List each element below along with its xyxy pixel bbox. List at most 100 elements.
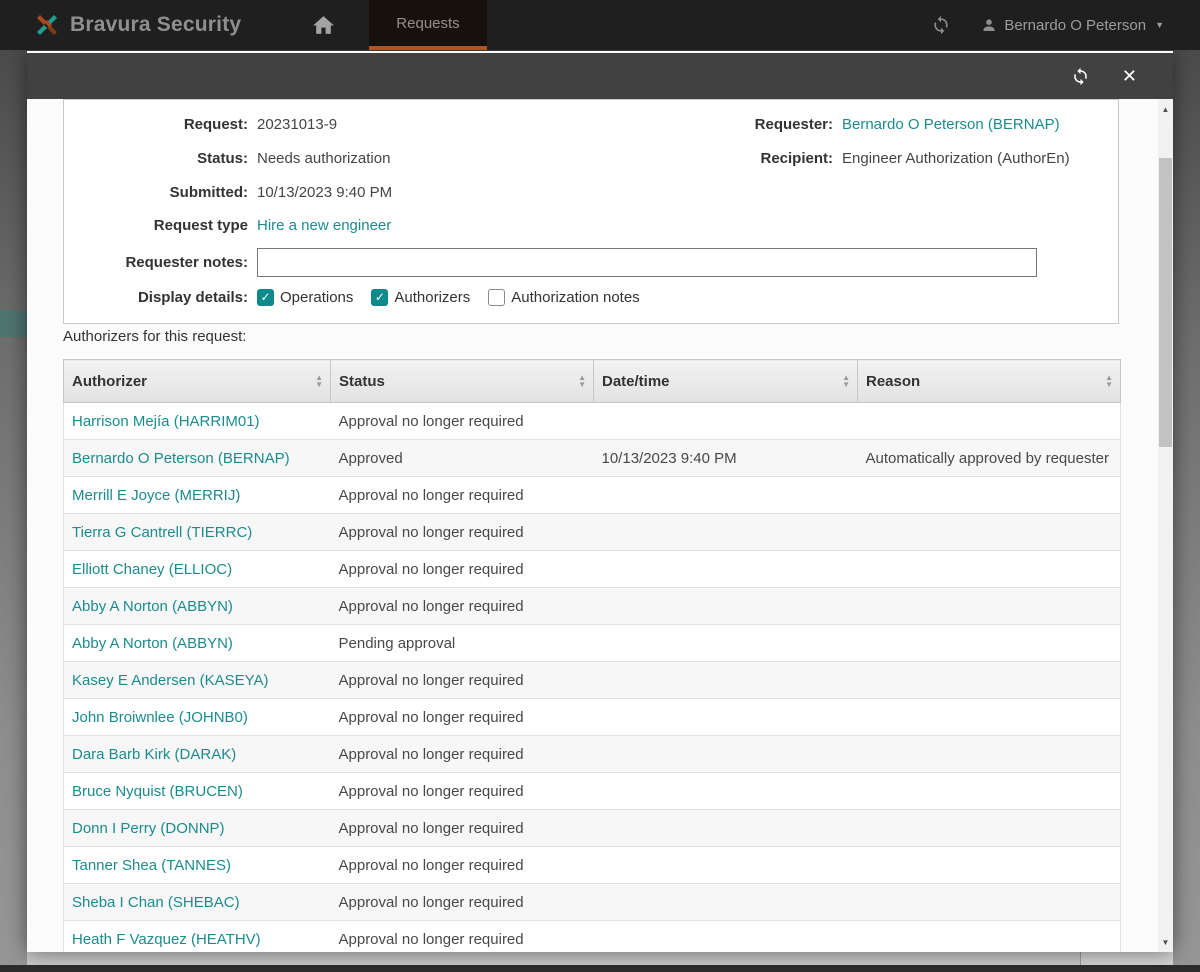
table-row: Elliott Chaney (ELLIOC) Approval no longe… xyxy=(63,550,1121,588)
status-label: Status: xyxy=(197,149,248,167)
table-row: Tanner Shea (TANNES) Approval no longer r… xyxy=(63,846,1121,884)
authorizer-link[interactable]: Sheba I Chan (SHEBAC) xyxy=(72,894,240,911)
submitted-value: 10/13/2023 9:40 PM xyxy=(257,183,393,201)
column-header-label: Reason xyxy=(866,372,921,390)
display-details-row: Display details: ✓ Operations ✓ Authoriz… xyxy=(64,283,1118,311)
authorizer-link[interactable]: John Broiwnlee (JOHNB0) xyxy=(72,709,248,726)
scroll-up-icon[interactable]: ▲ xyxy=(1158,101,1173,117)
top-navbar: Bravura Security Requests Bernardo O Pet… xyxy=(0,0,1200,50)
status-cell: Approval no longer required xyxy=(330,402,594,440)
column-header-label: Status xyxy=(339,372,385,390)
navbar-refresh-button[interactable] xyxy=(931,15,951,35)
tab-requests[interactable]: Requests xyxy=(369,0,487,50)
status-cell: Approval no longer required xyxy=(330,587,594,625)
datetime-cell xyxy=(593,513,858,551)
table-row: Abby A Norton (ABBYN) Pending approval xyxy=(63,624,1121,662)
table-row: Sheba I Chan (SHEBAC) Approval no longer … xyxy=(63,883,1121,921)
authorizer-cell: Bernardo O Peterson (BERNAP) xyxy=(63,439,331,477)
datetime-cell xyxy=(593,735,858,773)
reason-cell xyxy=(857,587,1121,625)
status-cell: Approval no longer required xyxy=(330,735,594,773)
dimmed-page-divider xyxy=(1080,952,1081,965)
requester-notes-label: Requester notes: xyxy=(125,253,248,271)
checkbox-authorization-notes[interactable]: Authorization notes xyxy=(488,288,640,306)
sort-icon: ▲ ▼ xyxy=(578,373,586,389)
close-icon: ✕ xyxy=(1121,66,1137,86)
submitted-row: Submitted: 10/13/2023 9:40 PM xyxy=(64,175,1118,209)
dimmed-page-bottom-right xyxy=(1081,952,1173,965)
table-row: Kasey E Andersen (KASEYA) Approval no lon… xyxy=(63,661,1121,699)
column-header-label: Authorizer xyxy=(72,372,147,390)
checkbox-authorizers[interactable]: ✓ Authorizers xyxy=(371,288,471,306)
datetime-cell xyxy=(593,772,858,810)
authorizer-cell: Kasey E Andersen (KASEYA) xyxy=(63,661,331,699)
tab-requests-label: Requests xyxy=(396,14,460,32)
column-header-status[interactable]: Status ▲ ▼ xyxy=(330,359,594,403)
details-right-column: Requester: Bernardo O Peterson (BERNAP) … xyxy=(649,107,1114,175)
authorizer-cell: Sheba I Chan (SHEBAC) xyxy=(63,883,331,921)
table-row: Abby A Norton (ABBYN) Approval no longer … xyxy=(63,587,1121,625)
table-row: Donn I Perry (DONNP) Approval no longer r… xyxy=(63,809,1121,847)
authorizer-link[interactable]: Tanner Shea (TANNES) xyxy=(72,857,231,874)
authorizers-table-body: Harrison Mejía (HARRIM01) Approval no lon… xyxy=(63,402,1121,952)
requester-link[interactable]: Bernardo O Peterson (BERNAP) xyxy=(842,116,1060,133)
authorizer-link[interactable]: Abby A Norton (ABBYN) xyxy=(72,598,233,615)
column-header-authorizer[interactable]: Authorizer ▲ ▼ xyxy=(63,359,331,403)
authorizer-link[interactable]: Dara Barb Kirk (DARAK) xyxy=(72,746,236,763)
datetime-cell xyxy=(593,920,858,952)
checkbox-icon: ✓ xyxy=(371,288,389,306)
status-cell: Approval no longer required xyxy=(330,883,594,921)
home-icon xyxy=(311,13,336,38)
request-type-link[interactable]: Hire a new engineer xyxy=(257,217,391,234)
authorizer-cell: Elliott Chaney (ELLIOC) xyxy=(63,550,331,588)
checkbox-operations[interactable]: ✓ Operations xyxy=(257,288,354,306)
authorizer-link[interactable]: Heath F Vazquez (HEATHV) xyxy=(72,931,261,948)
modal-body: Request: 20231013-9 Status: Needs author… xyxy=(27,99,1158,952)
authorizers-table-title: Authorizers for this request: xyxy=(63,328,247,345)
table-row: Bruce Nyquist (BRUCEN) Approval no longer… xyxy=(63,772,1121,810)
modal-refresh-button[interactable] xyxy=(1071,67,1090,86)
recipient-row: Recipient: Engineer Authorization (Autho… xyxy=(649,141,1114,175)
authorizer-link[interactable]: Tierra G Cantrell (TIERRC) xyxy=(72,524,252,541)
table-row: Merrill E Joyce (MERRIJ) Approval no long… xyxy=(63,476,1121,514)
requester-notes-input[interactable] xyxy=(257,247,1037,277)
modal-scrollbar[interactable]: ▲ ▼ xyxy=(1158,99,1173,952)
reason-cell xyxy=(857,883,1121,921)
user-menu[interactable]: Bernardo O Peterson ▼ xyxy=(981,17,1164,34)
authorizer-link[interactable]: Elliott Chaney (ELLIOC) xyxy=(72,561,232,578)
checkbox-authorizers-label: Authorizers xyxy=(394,288,471,306)
reason-cell xyxy=(857,809,1121,847)
authorizer-link[interactable]: Donn I Perry (DONNP) xyxy=(72,820,225,837)
column-header-reason[interactable]: Reason ▲ ▼ xyxy=(857,359,1121,403)
recipient-label: Recipient: xyxy=(760,149,833,167)
authorizer-link[interactable]: Merrill E Joyce (MERRIJ) xyxy=(72,487,240,504)
modal-header: ✕ xyxy=(27,53,1173,99)
reason-cell xyxy=(857,920,1121,952)
authorizer-cell: Tierra G Cantrell (TIERRC) xyxy=(63,513,331,551)
datetime-cell xyxy=(593,809,858,847)
authorizer-link[interactable]: Bernardo O Peterson (BERNAP) xyxy=(72,450,290,467)
authorizer-link[interactable]: Abby A Norton (ABBYN) xyxy=(72,635,233,652)
request-type-label: Request type xyxy=(153,216,248,234)
datetime-cell: 10/13/2023 9:40 PM xyxy=(593,439,858,477)
column-header-date-time[interactable]: Date/time ▲ ▼ xyxy=(593,359,858,403)
datetime-cell xyxy=(593,402,858,440)
reason-cell xyxy=(857,513,1121,551)
reason-cell xyxy=(857,624,1121,662)
authorizer-cell: Harrison Mejía (HARRIM01) xyxy=(63,402,331,440)
authorizer-link[interactable]: Harrison Mejía (HARRIM01) xyxy=(72,413,260,430)
request-type-row: Request type Hire a new engineer xyxy=(64,209,1118,241)
requester-label: Requester: xyxy=(754,115,833,133)
checkbox-icon: ✓ xyxy=(257,288,274,306)
brand-logo-icon xyxy=(33,11,61,39)
authorizer-link[interactable]: Bruce Nyquist (BRUCEN) xyxy=(72,783,243,800)
requester-notes-row: Requester notes: xyxy=(64,241,1118,283)
datetime-cell xyxy=(593,587,858,625)
scroll-down-icon[interactable]: ▼ xyxy=(1158,934,1173,950)
home-button[interactable] xyxy=(293,0,353,50)
authorizer-link[interactable]: Kasey E Andersen (KASEYA) xyxy=(72,672,269,689)
authorizer-cell: Abby A Norton (ABBYN) xyxy=(63,624,331,662)
scrollbar-thumb[interactable] xyxy=(1159,158,1172,447)
modal-close-button[interactable]: ✕ xyxy=(1122,67,1137,85)
checkbox-operations-label: Operations xyxy=(280,288,354,306)
